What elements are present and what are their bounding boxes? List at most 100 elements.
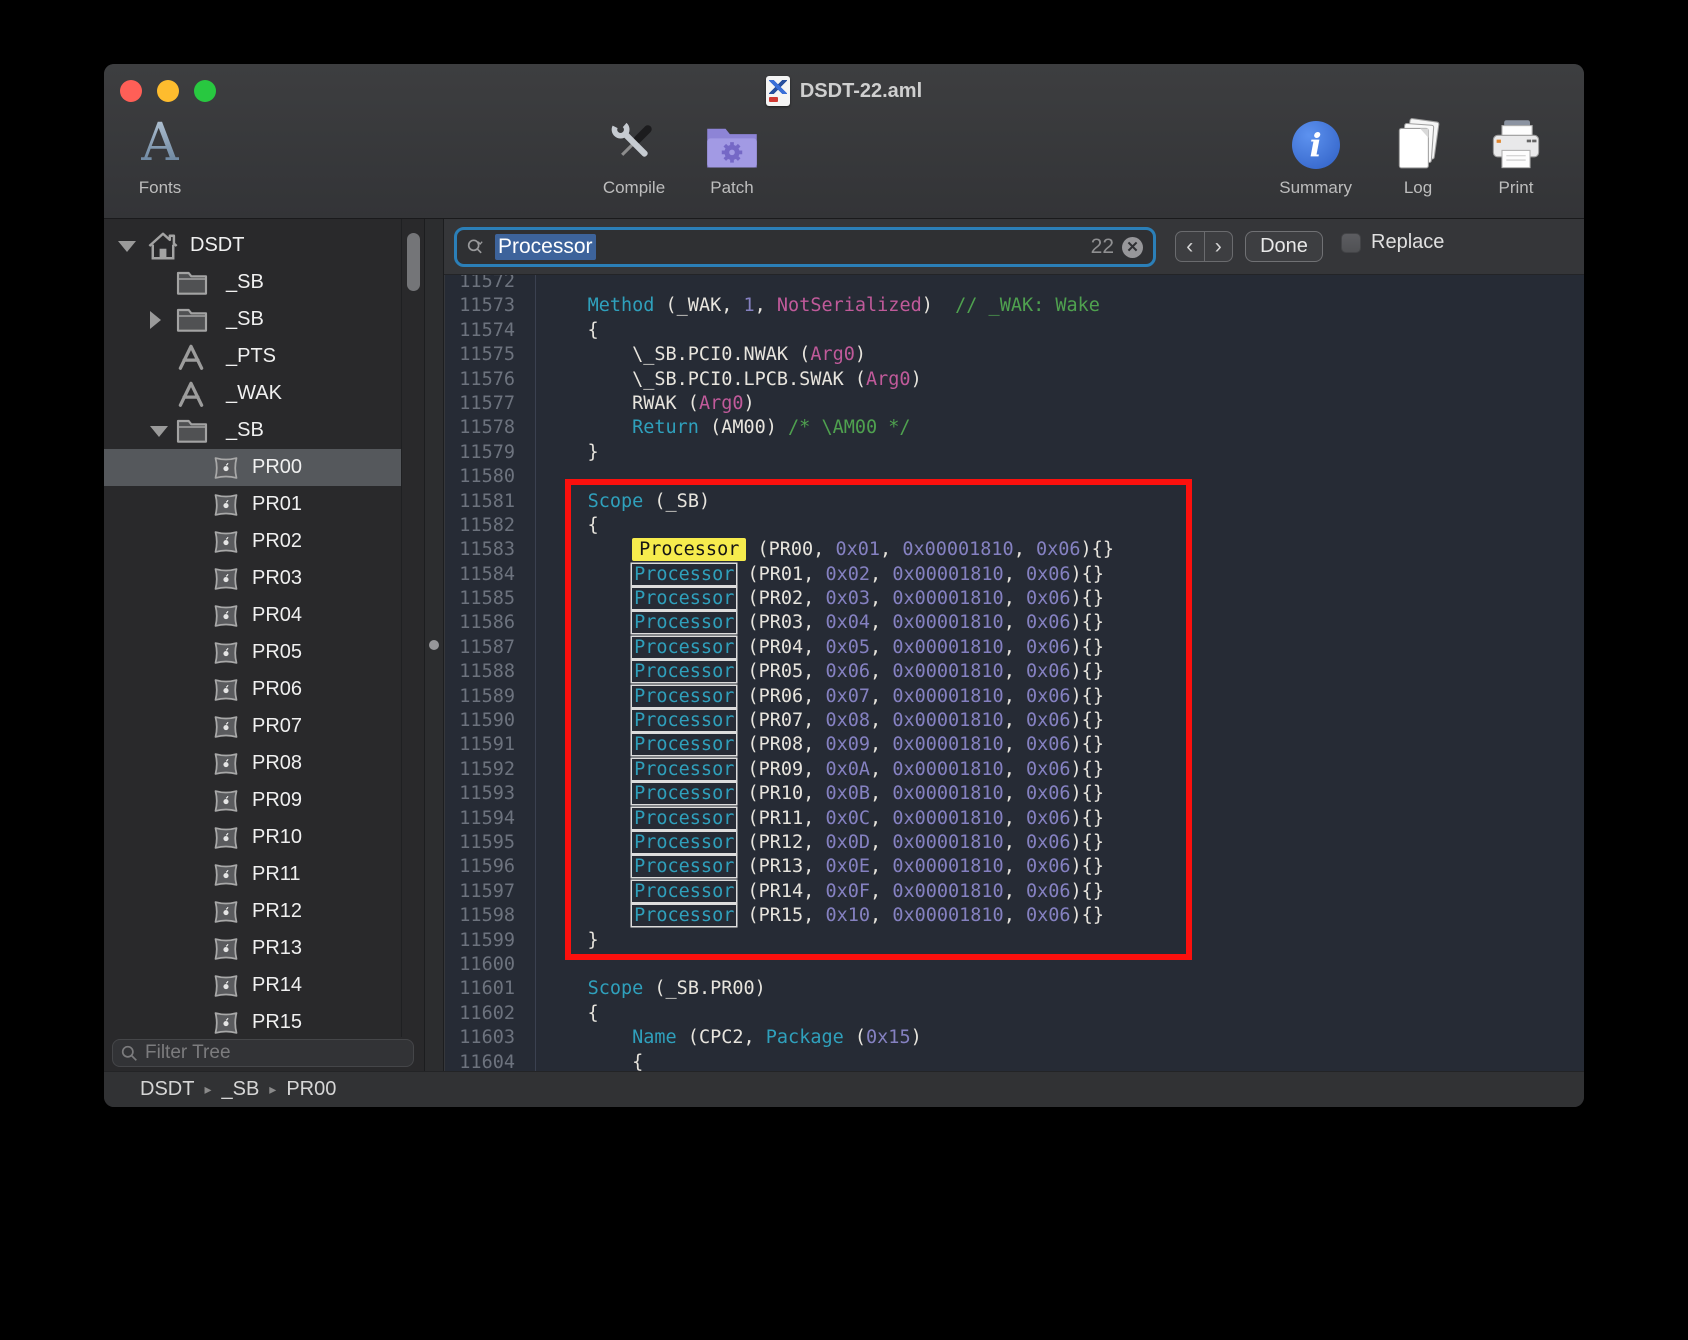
line-number: 11596 xyxy=(445,855,527,879)
find-nav-segment: ‹ › xyxy=(1175,231,1233,262)
line-number: 11599 xyxy=(445,929,527,953)
device-icon xyxy=(212,566,240,592)
title-toolbar: DSDT-22.aml AFonts CompilePatch iSummary… xyxy=(104,64,1584,219)
code-line: 11590 Processor (PR07, 0x08, 0x00001810,… xyxy=(445,709,1584,733)
code-text: \_SB.PCI0.LPCB.SWAK (Arg0) xyxy=(527,368,1584,392)
device-icon xyxy=(212,714,240,740)
line-number: 11591 xyxy=(445,733,527,757)
breadcrumb-item-pr00[interactable]: PR00 xyxy=(286,1078,336,1101)
sidebar-scrollbar[interactable] xyxy=(407,233,420,291)
find-field[interactable]: Processor 22 ✕ xyxy=(454,227,1156,267)
sidebar-item-pr00[interactable]: PR00 xyxy=(104,449,401,486)
sidebar-item-label: PR12 xyxy=(252,900,302,923)
disclosure-down-icon[interactable] xyxy=(150,426,168,437)
sidebar-item-_sb[interactable]: _SB xyxy=(104,412,401,449)
filter-tree-field[interactable]: Filter Tree xyxy=(112,1039,414,1067)
log-icon xyxy=(1391,108,1445,172)
clear-search-icon[interactable]: ✕ xyxy=(1122,237,1143,258)
summary-toolbar-button[interactable]: iSummary xyxy=(1279,108,1352,198)
folder-icon xyxy=(176,307,208,333)
sidebar-item-pr09[interactable]: PR09 xyxy=(104,782,401,819)
fonts-toolbar-button[interactable]: AFonts xyxy=(128,108,192,198)
code-text: { xyxy=(527,1002,1584,1026)
find-next-button[interactable]: › xyxy=(1205,232,1233,261)
breadcrumb-item-_sb[interactable]: _SB xyxy=(221,1078,259,1101)
sidebar-item-pr02[interactable]: PR02 xyxy=(104,523,401,560)
print-toolbar-button[interactable]: Print xyxy=(1484,108,1548,198)
log-toolbar-button[interactable]: Log xyxy=(1386,108,1450,198)
code-line: 11601 Scope (_SB.PR00) xyxy=(445,977,1584,1001)
line-number: 11600 xyxy=(445,953,527,977)
sidebar-item-_wak[interactable]: _WAK xyxy=(104,375,401,412)
sidebar-item-pr11[interactable]: PR11 xyxy=(104,856,401,893)
compile-toolbar-button[interactable]: Compile xyxy=(602,108,666,198)
line-number: 11597 xyxy=(445,880,527,904)
sidebar-item-pr08[interactable]: PR08 xyxy=(104,745,401,782)
sidebar-item-label: PR03 xyxy=(252,567,302,590)
gutter-separator xyxy=(535,275,536,1071)
sidebar-item-pr13[interactable]: PR13 xyxy=(104,930,401,967)
sidebar-item-label: PR15 xyxy=(252,1011,302,1034)
sidebar-item-pr01[interactable]: PR01 xyxy=(104,486,401,523)
find-count: 22 xyxy=(1091,235,1114,259)
code-text: Processor (PR11, 0x0C, 0x00001810, 0x06)… xyxy=(527,807,1584,831)
breadcrumb-item-dsdt[interactable]: DSDT xyxy=(140,1078,194,1101)
code-text: Scope (_SB.PR00) xyxy=(527,977,1584,1001)
device-icon xyxy=(212,936,240,962)
sidebar-item-pr03[interactable]: PR03 xyxy=(104,560,401,597)
sidebar-item-label: PR10 xyxy=(252,826,302,849)
breadcrumb-separator-icon: ▸ xyxy=(204,1081,211,1098)
patch-toolbar-button[interactable]: Patch xyxy=(700,108,764,198)
sidebar-item-pr07[interactable]: PR07 xyxy=(104,708,401,745)
sidebar-item-dsdt[interactable]: DSDT xyxy=(104,227,401,264)
code-text: Processor (PR02, 0x03, 0x00001810, 0x06)… xyxy=(527,587,1584,611)
patch-icon xyxy=(704,108,760,172)
sidebar-item-label: _SB xyxy=(226,308,264,331)
sidebar-item-pr05[interactable]: PR05 xyxy=(104,634,401,671)
code-text: Processor (PR12, 0x0D, 0x00001810, 0x06)… xyxy=(527,831,1584,855)
sidebar-item-label: PR07 xyxy=(252,715,302,738)
disclosure-right-icon[interactable] xyxy=(150,311,161,329)
sidebar-item-_pts[interactable]: _PTS xyxy=(104,338,401,375)
device-icon xyxy=(212,640,240,666)
disclosure-down-icon[interactable] xyxy=(118,241,136,252)
sidebar-item-label: _SB xyxy=(226,419,264,442)
line-number: 11601 xyxy=(445,977,527,1001)
find-query: Processor xyxy=(495,234,596,260)
code-text xyxy=(527,275,1584,294)
device-icon xyxy=(212,603,240,629)
summary-icon: i xyxy=(1292,108,1340,172)
code-line: 11594 Processor (PR11, 0x0C, 0x00001810,… xyxy=(445,807,1584,831)
find-result-match: Processor xyxy=(632,637,736,658)
sidebar-item-pr12[interactable]: PR12 xyxy=(104,893,401,930)
code-text: { xyxy=(527,1051,1584,1072)
sidebar-item-pr10[interactable]: PR10 xyxy=(104,819,401,856)
toolbar-center: Compile Patch xyxy=(602,108,764,198)
navigator-sidebar: DSDT_SB_SB_PTS_WAK_SBPR00PR01PR02PR03PR0… xyxy=(104,219,424,1071)
sidebar-item-_sb[interactable]: _SB xyxy=(104,264,401,301)
code-line: 11574 { xyxy=(445,319,1584,343)
find-result-match: Processor xyxy=(632,612,736,633)
replace-checkbox[interactable] xyxy=(1341,233,1361,253)
code-line: 11585 Processor (PR02, 0x03, 0x00001810,… xyxy=(445,587,1584,611)
compile-icon xyxy=(605,108,663,172)
sidebar-item-label: _WAK xyxy=(226,382,282,405)
splitter-handle[interactable] xyxy=(429,640,439,650)
code-editor[interactable]: 1157211573 Method (_WAK, 1, NotSerialize… xyxy=(444,275,1584,1071)
pane-splitter[interactable] xyxy=(424,219,444,1071)
sidebar-item-pr14[interactable]: PR14 xyxy=(104,967,401,1004)
code-line: 11592 Processor (PR09, 0x0A, 0x00001810,… xyxy=(445,758,1584,782)
find-previous-button[interactable]: ‹ xyxy=(1176,232,1205,261)
code-line: 11587 Processor (PR04, 0x05, 0x00001810,… xyxy=(445,636,1584,660)
code-text: RWAK (Arg0) xyxy=(527,392,1584,416)
code-text: Processor (PR04, 0x05, 0x00001810, 0x06)… xyxy=(527,636,1584,660)
search-menu-icon[interactable] xyxy=(467,237,487,257)
sidebar-item-pr15[interactable]: PR15 xyxy=(104,1004,401,1037)
code-line: 11572 xyxy=(445,275,1584,294)
code-line: 11583 Processor (PR00, 0x01, 0x00001810,… xyxy=(445,538,1584,562)
sidebar-item-_sb[interactable]: _SB xyxy=(104,301,401,338)
sidebar-item-pr06[interactable]: PR06 xyxy=(104,671,401,708)
sidebar-item-pr04[interactable]: PR04 xyxy=(104,597,401,634)
done-button[interactable]: Done xyxy=(1245,231,1323,262)
method-icon xyxy=(176,343,206,371)
